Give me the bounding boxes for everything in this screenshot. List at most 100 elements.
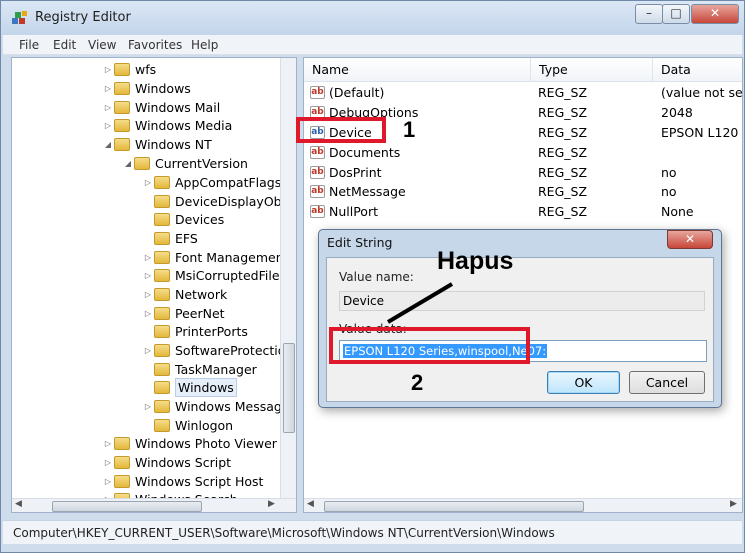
title-bar[interactable]: Registry Editor – □ ✕ [1,1,744,35]
folder-icon [154,400,170,413]
values-hscroll-thumb[interactable] [324,501,584,512]
tree-item-label: Winlogon [175,418,234,433]
value-row[interactable]: ab NetMessage REG_SZ no [304,182,742,202]
value-data: (value not set [661,85,743,100]
folder-icon [154,176,170,189]
tree-scroll-thumb[interactable] [283,343,295,433]
expand-arrow-icon[interactable]: ▷ [102,116,114,135]
dialog-title: Edit String [327,235,393,250]
collapse-arrow-icon[interactable]: ◢ [102,135,114,154]
folder-icon [154,325,170,338]
status-bar-path: Computer\HKEY_CURRENT_USER\Software\Micr… [3,520,742,544]
menu-file[interactable]: File [19,38,39,52]
registry-editor-icon [12,11,27,24]
folder-icon [114,138,130,151]
folder-icon [114,475,130,488]
scroll-right-arrow-icon[interactable]: ▶ [730,499,737,509]
value-data: EPSON L120 S [661,125,743,140]
tree-item-label: DeviceDisplayObjec [175,194,297,209]
string-value-icon: ab [310,185,325,198]
expand-arrow-icon[interactable]: ▷ [102,453,114,472]
folder-icon [154,251,170,264]
folder-icon [114,101,130,114]
menu-bar: File Edit View Favorites Help [3,35,742,55]
value-name: NetMessage [329,184,406,199]
menu-view[interactable]: View [88,38,116,52]
value-data: None [661,204,694,219]
value-type: REG_SZ [538,145,588,160]
tree-item-label: CurrentVersion [155,156,248,171]
expand-arrow-icon[interactable]: ▷ [102,98,114,117]
tree-item-label: Font Management [175,250,289,265]
expand-arrow-icon[interactable]: ▷ [102,60,114,79]
tree-item-label: Windows NT [135,137,212,152]
cancel-button[interactable]: Cancel [629,371,705,394]
tree-item-label: PeerNet [175,306,225,321]
tree-item-label: AppCompatFlags [175,175,282,190]
annotation-step-2: 2 [411,370,424,395]
folder-icon [154,381,170,394]
tree-item-label: Network [175,287,228,302]
expand-arrow-icon[interactable]: ▷ [102,79,114,98]
column-header-type[interactable]: Type [531,58,653,82]
annotation-highlight-device [296,117,386,143]
value-row[interactable]: ab NullPort REG_SZ None [304,202,742,222]
expand-arrow-icon[interactable]: ▷ [142,304,154,323]
folder-icon [134,157,150,170]
scroll-left-arrow-icon[interactable]: ◀ [15,499,22,509]
folder-icon [154,363,170,376]
tree-item-label: SoftwareProtection [175,343,294,358]
tree-item-label: Windows [175,378,237,397]
window-title: Registry Editor [35,10,131,25]
value-type: REG_SZ [538,165,588,180]
folder-icon [114,119,130,132]
menu-help[interactable]: Help [191,38,218,52]
tree-item-label: Windows Messagin [175,399,294,414]
tree-item-label: Windows Media [135,118,233,133]
scroll-left-arrow-icon[interactable]: ◀ [307,499,314,509]
tree-horizontal-scrollbar[interactable]: ◀ ▶ [12,498,296,512]
expand-arrow-icon[interactable]: ▷ [142,341,154,360]
maximize-button[interactable]: □ [662,4,690,24]
column-header-name[interactable]: Name [304,58,531,82]
value-data: no [661,165,677,180]
value-type: REG_SZ [538,85,588,100]
folder-icon [114,456,130,469]
expand-arrow-icon[interactable]: ▷ [142,248,154,267]
menu-favorites[interactable]: Favorites [128,38,182,52]
dialog-close-button[interactable]: ✕ [667,230,713,249]
expand-arrow-icon[interactable]: ▷ [142,173,154,192]
string-value-icon: ab [310,146,325,159]
value-name: DosPrint [329,165,382,180]
value-row[interactable]: ab (Default) REG_SZ (value not set [304,83,743,103]
tree-item-label: Windows Script Host [135,474,264,489]
annotation-pointer-line [386,282,454,324]
folder-icon [154,269,170,282]
close-button[interactable]: ✕ [691,4,739,24]
value-data: no [661,184,677,199]
values-horizontal-scrollbar[interactable]: ◀ ▶ [304,498,742,512]
tree-item-label: Windows Photo Viewer [135,436,277,451]
tree-item-label: Windows [135,81,191,96]
tree-item-label: Devices [175,212,225,227]
collapse-arrow-icon[interactable]: ◢ [122,154,134,173]
value-row[interactable]: ab Documents REG_SZ [304,143,742,163]
ok-button[interactable]: OK [547,371,620,394]
expand-arrow-icon[interactable]: ▷ [142,397,154,416]
annotation-step-1: 1 [403,117,416,142]
expand-arrow-icon[interactable]: ▷ [102,434,114,453]
tree-hscroll-thumb[interactable] [52,501,202,512]
expand-arrow-icon[interactable]: ▷ [142,266,154,285]
expand-arrow-icon[interactable]: ▷ [102,472,114,491]
tree-vertical-scrollbar[interactable] [280,58,296,498]
column-header-data[interactable]: Data [653,58,742,82]
registry-tree[interactable]: ▷ wfs ▷ Windows ▷ Windows Mail ▷ Windows Med… [11,57,297,513]
folder-icon [154,213,170,226]
menu-edit[interactable]: Edit [53,38,76,52]
value-row[interactable]: ab DosPrint REG_SZ no [304,163,742,183]
minimize-button[interactable]: – [635,4,663,24]
string-value-icon: ab [310,166,325,179]
annotation-hapus: Hapus [437,247,514,275]
expand-arrow-icon[interactable]: ▷ [142,285,154,304]
scroll-right-arrow-icon[interactable]: ▶ [268,499,275,509]
